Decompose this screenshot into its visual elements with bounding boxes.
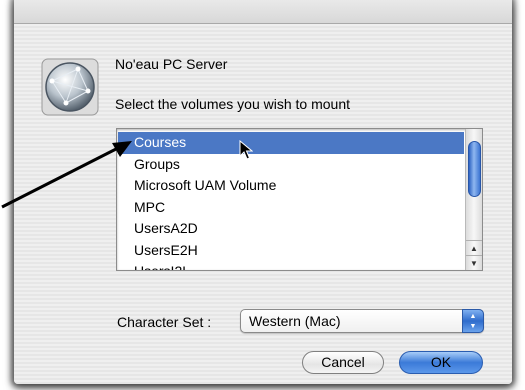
arrow-down-icon[interactable]: ▼ xyxy=(466,255,482,270)
server-name: No'eau PC Server xyxy=(115,56,228,72)
list-scrollbar[interactable]: ▲ ▼ xyxy=(465,129,482,270)
list-item-usersa2d[interactable]: UsersA2D xyxy=(118,218,464,240)
volumes-list[interactable]: Courses Groups Microsoft UAM Volume MPC … xyxy=(116,128,483,271)
instruction-text: Select the volumes you wish to mount xyxy=(115,96,351,112)
list-item-userse2h[interactable]: UsersE2H xyxy=(118,240,464,262)
up-down-arrows-icon[interactable]: ▲ ▼ xyxy=(462,309,484,333)
cancel-button[interactable]: Cancel xyxy=(302,351,384,374)
mouse-pointer-icon xyxy=(239,140,253,160)
scroll-thumb[interactable] xyxy=(468,141,481,197)
callout-arrow-icon xyxy=(1,141,132,209)
list-item-microsoft-uam-volume[interactable]: Microsoft UAM Volume xyxy=(118,175,464,197)
window-titlebar[interactable] xyxy=(14,0,512,24)
list-item-usersi2l[interactable]: UsersI2L xyxy=(118,261,464,270)
list-item-groups[interactable]: Groups xyxy=(118,154,464,176)
charset-select[interactable]: Western (Mac) ▲ ▼ xyxy=(240,309,484,333)
list-item-courses[interactable]: Courses xyxy=(118,132,464,154)
list-item-mpc[interactable]: MPC xyxy=(118,197,464,219)
arrow-up-icon[interactable]: ▲ xyxy=(466,240,482,255)
charset-label: Character Set : xyxy=(117,314,212,330)
charset-value: Western (Mac) xyxy=(249,313,341,329)
ok-button[interactable]: OK xyxy=(399,351,483,374)
network-globe-icon xyxy=(38,55,102,119)
